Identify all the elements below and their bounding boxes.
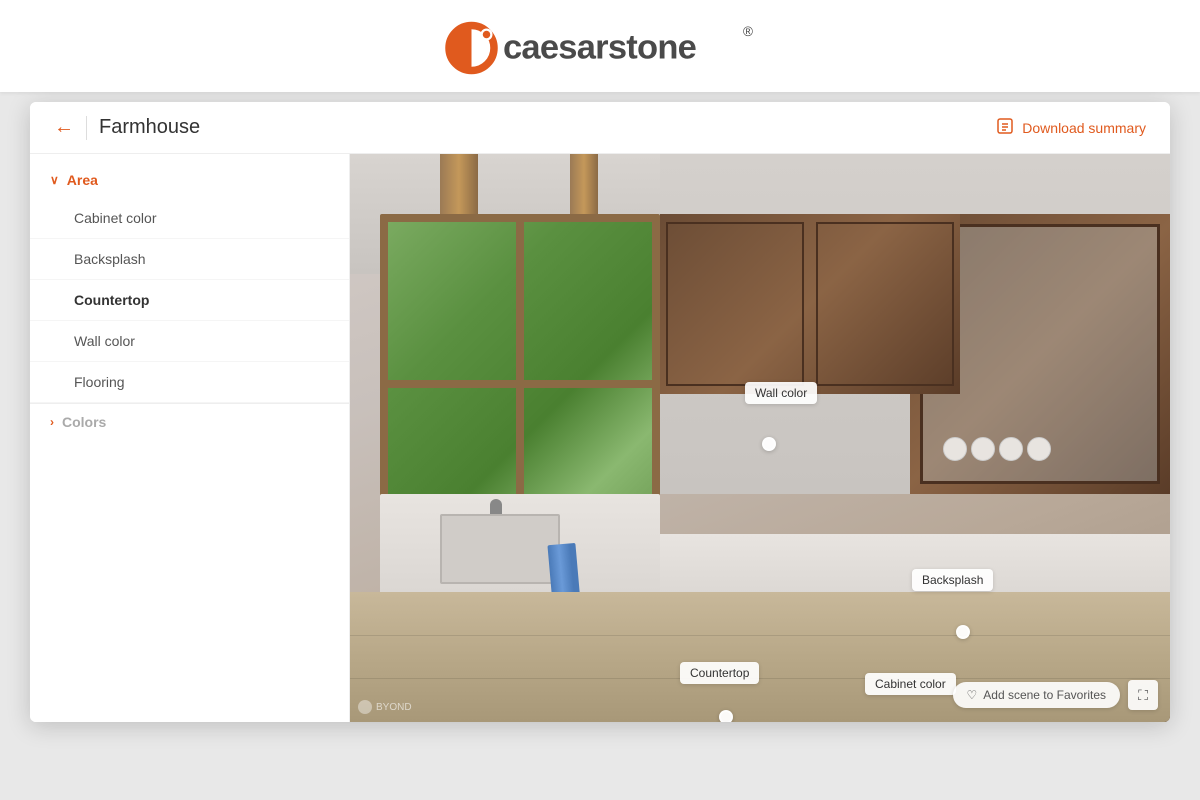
svg-text:®: ®: [743, 24, 753, 39]
app-frame: ← Farmhouse Download summary ∨ Area: [30, 102, 1170, 722]
dish-item: [971, 437, 995, 461]
byond-watermark: BYOND: [358, 700, 412, 714]
dot-backsplash: [956, 625, 970, 639]
sidebar: ∨ Area Cabinet color Backsplash Countert…: [30, 154, 350, 722]
back-button[interactable]: ←: [54, 116, 74, 139]
colors-section-label: Colors: [62, 414, 106, 430]
fullscreen-icon: ⛶: [1138, 687, 1148, 704]
annotation-wall-color-label: Wall color: [755, 386, 807, 400]
sidebar-item-countertop[interactable]: Countertop: [30, 280, 349, 321]
annotation-cabinet-color-lower-label: Cabinet color: [875, 677, 946, 691]
fullscreen-button[interactable]: ⛶: [1128, 680, 1158, 710]
header-bar: ← Farmhouse Download summary: [30, 102, 1170, 154]
add-to-favorites-button[interactable]: ♡ Add scene to Favorites: [953, 682, 1121, 708]
favorites-label: Add scene to Favorites: [983, 688, 1106, 702]
upper-cabinet-door-left: [666, 222, 804, 386]
page-title: Farmhouse: [99, 116, 200, 139]
floor-line: [350, 635, 1170, 636]
annotation-countertop[interactable]: Countertop: [680, 662, 759, 684]
upper-cabinets-center: [660, 214, 960, 394]
upper-cabinet-door-right: [816, 222, 954, 386]
dish-item: [1027, 437, 1051, 461]
dot-wall-color: [762, 437, 776, 451]
byond-label: BYOND: [376, 702, 412, 713]
byond-logo-icon: [358, 700, 372, 714]
sidebar-item-backsplash[interactable]: Backsplash: [30, 239, 349, 280]
annotation-cabinet-color-lower[interactable]: Cabinet color: [865, 673, 956, 695]
area-section-header[interactable]: ∨ Area: [30, 162, 349, 198]
annotation-backsplash[interactable]: Backsplash: [912, 569, 993, 591]
download-icon: [996, 117, 1014, 138]
annotation-countertop-label: Countertop: [690, 666, 749, 680]
floor-line: [350, 678, 1170, 679]
content-area: ∨ Area Cabinet color Backsplash Countert…: [30, 154, 1170, 722]
caesarstone-logo: caesarstone ®: [443, 18, 758, 78]
download-summary-button[interactable]: Download summary: [996, 117, 1146, 138]
dot-countertop: [719, 710, 733, 722]
cabinet-contents: [943, 437, 1137, 461]
header-left: ← Farmhouse: [54, 116, 200, 140]
scene-viewer: Wall color Backsplash Cabinet color Cabi…: [350, 154, 1170, 722]
colors-chevron-icon: ›: [50, 415, 54, 429]
area-section-label: Area: [67, 172, 98, 188]
heart-icon: ♡: [967, 688, 978, 702]
dish-item: [999, 437, 1023, 461]
sidebar-item-flooring[interactable]: Flooring: [30, 362, 349, 403]
sink-basin: [440, 514, 560, 584]
logo-area: caesarstone ®: [0, 0, 1200, 92]
viewer-bottom-bar: ♡ Add scene to Favorites ⛶: [953, 680, 1159, 710]
annotation-backsplash-label: Backsplash: [922, 573, 983, 587]
dish-item: [943, 437, 967, 461]
svg-text:caesarstone: caesarstone: [503, 29, 697, 67]
download-summary-label: Download summary: [1022, 120, 1146, 136]
area-chevron-icon: ∨: [50, 173, 59, 187]
sidebar-item-wall-color[interactable]: Wall color: [30, 321, 349, 362]
sidebar-item-cabinet-color[interactable]: Cabinet color: [30, 198, 349, 239]
annotation-wall-color[interactable]: Wall color: [745, 382, 817, 404]
divider: [86, 116, 87, 140]
colors-section-header[interactable]: › Colors: [30, 403, 349, 440]
